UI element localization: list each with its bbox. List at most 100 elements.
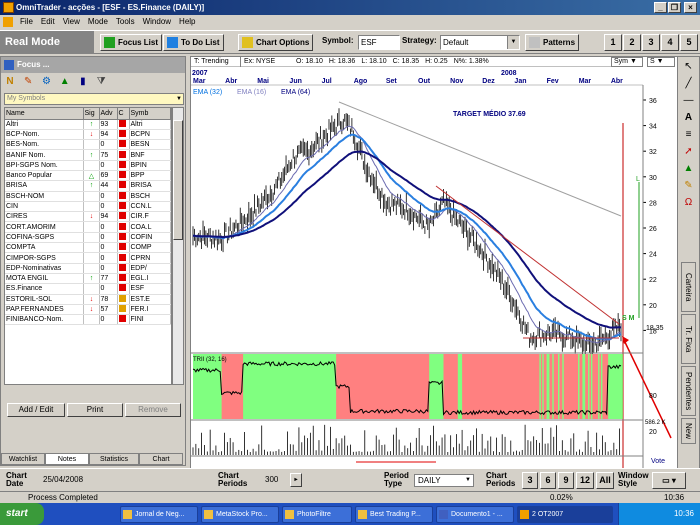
magnet-icon[interactable]: Ω [680, 195, 698, 210]
task-best-trading[interactable]: Best Trading P... [355, 506, 433, 523]
table-row[interactable]: CIRES ↓ 94 CIR.F [5, 211, 171, 223]
chart-icon[interactable]: ▲ [58, 75, 72, 89]
close-button[interactable]: × [684, 2, 697, 13]
tab-tr-fixa[interactable]: Tr. Fixa [681, 314, 696, 364]
table-row[interactable]: CIMPOR-SGPS 0 CPRN [5, 252, 171, 264]
layout-button-3[interactable]: 3 [642, 34, 660, 51]
table-row[interactable]: EDP-Nominativas 0 EDP/ [5, 263, 171, 274]
patterns-button[interactable]: Patterns [525, 34, 580, 51]
tab-watchlist[interactable]: Watchlist [1, 453, 45, 465]
chart-periods-value[interactable]: 300 [262, 474, 286, 487]
new-icon[interactable]: N [3, 75, 17, 89]
tab-notes[interactable]: Notes [45, 453, 89, 465]
period-type-combo[interactable]: DAILY ▼ [414, 474, 474, 487]
add-edit-button[interactable]: Add / Edit [7, 403, 65, 417]
table-row[interactable]: ESTORIL-SOL ↓ 78 EST.E [5, 294, 171, 305]
tab-carteira[interactable]: Carteira [681, 262, 696, 312]
menu-tools[interactable]: Tools [112, 15, 139, 29]
tab-statistics[interactable]: Statistics [89, 453, 139, 465]
flag-icon [118, 129, 126, 137]
periods-button-6[interactable]: 6 [540, 472, 556, 489]
task-documento1[interactable]: Documento1 - ... [436, 506, 514, 523]
table-row[interactable]: BSCH-NOM 0 BSCH [5, 191, 171, 202]
layout-button-4[interactable]: 4 [661, 34, 679, 51]
table-row[interactable]: COFINA-SGPS 0 COFIN [5, 232, 171, 244]
multi-icon[interactable]: ⚙ [39, 75, 53, 89]
remove-button[interactable]: Remove [125, 403, 181, 417]
periods-button-all[interactable]: All [596, 472, 614, 489]
menu-window[interactable]: Window [139, 15, 175, 29]
trend-band [621, 354, 623, 419]
chart-options-button[interactable]: Chart Options [238, 34, 314, 51]
cell-adv: 77 [99, 273, 118, 285]
chart-periods-spin[interactable]: ▸ [290, 473, 302, 487]
arrow-icon[interactable]: ➚ [680, 144, 698, 159]
task-metastock[interactable]: MetaStock Pro... [201, 506, 279, 523]
task-jornal[interactable]: Jornal de Neg... [120, 506, 198, 523]
line-icon[interactable]: ╱ [680, 76, 698, 91]
table-row[interactable]: BCP-Nom. ↓ 94 BCPN [5, 129, 171, 141]
trend-info[interactable]: T: Trending [191, 56, 241, 67]
focus-scrollbar[interactable] [172, 107, 184, 385]
menu-mode[interactable]: Mode [84, 15, 112, 29]
table-row[interactable]: PAP.FERNANDES ↓ 57 FER.I [5, 304, 171, 316]
chart-date-value[interactable]: 25/04/2008 [40, 474, 112, 487]
table-row[interactable]: FINIBANCO-Nom. 0 FINI [5, 314, 171, 326]
col-name[interactable]: Name [5, 108, 84, 120]
table-row[interactable]: MOTA ENGIL ↑ 77 EGL.I [5, 273, 171, 285]
tab-new[interactable]: New [681, 418, 696, 444]
table-row[interactable]: Banco Popular △ 69 BPP [5, 170, 171, 182]
col-c[interactable]: C [117, 108, 130, 120]
cursor-icon[interactable]: ↖ [680, 59, 698, 74]
text-icon[interactable]: A [680, 110, 698, 125]
restore-button[interactable]: ❐ [668, 2, 681, 13]
menu-file[interactable]: File [16, 15, 37, 29]
table-row[interactable]: BRISA ↑ 44 BRISA [5, 180, 171, 192]
window-style-button[interactable]: ▭ ▾ [652, 472, 686, 489]
table-row[interactable]: BES-Nom. 0 BESN [5, 139, 171, 151]
pencil-icon[interactable]: ✎ [21, 75, 35, 89]
col-adv[interactable]: Adv [99, 108, 118, 120]
table-row[interactable]: ES.Finance 0 ESF [5, 283, 171, 295]
col-symb[interactable]: Symb [129, 108, 171, 120]
menu-edit[interactable]: Edit [37, 15, 59, 29]
print-button[interactable]: Print [67, 403, 123, 417]
periods-button-3[interactable]: 3 [522, 472, 538, 489]
s-combo[interactable]: S ▼ [647, 57, 675, 67]
layout-button-1[interactable]: 1 [604, 34, 622, 51]
periods-button-12[interactable]: 12 [576, 472, 594, 489]
scroll-thumb[interactable] [173, 120, 183, 240]
task-photofiltre[interactable]: PhotoFiltre [282, 506, 352, 523]
col-sig[interactable]: Sig [83, 108, 100, 120]
start-button[interactable]: start [0, 503, 44, 525]
strategy-combo[interactable]: Default ▼ [440, 35, 520, 50]
table-row[interactable]: BPI-SGPS Nom. 0 BPIN [5, 160, 171, 171]
triangle-icon[interactable]: ▲ [680, 161, 698, 176]
filter-icon[interactable]: ⧩ [94, 75, 108, 89]
focus-list-button[interactable]: Focus List [100, 34, 163, 51]
pencil-icon[interactable]: ✎ [680, 178, 698, 193]
hline-icon[interactable]: — [680, 93, 698, 108]
sym-combo[interactable]: Sym ▼ [611, 57, 643, 67]
table-row[interactable]: COMPTA 0 COMP [5, 242, 171, 254]
symbol-combo[interactable]: ESF [358, 35, 400, 50]
layout-button-5[interactable]: 5 [680, 34, 698, 51]
table-row[interactable]: CORT.AMORIM 0 COA.L [5, 221, 171, 233]
tab-pendentes[interactable]: Pendentes [681, 366, 696, 416]
minimize-button[interactable]: _ [654, 2, 667, 13]
table-row[interactable]: CIN 0 CCN.L [5, 201, 171, 213]
task-ot2007[interactable]: 2 OT2007 [517, 506, 613, 523]
fib-icon[interactable]: ≡ [680, 127, 698, 142]
layout-button-2[interactable]: 2 [623, 34, 641, 51]
symbols-combo[interactable]: My Symbols ▼ [4, 93, 184, 105]
task-best-trading-label: Best Trading P... [370, 511, 421, 518]
tab-chart[interactable]: Chart [139, 453, 183, 465]
periods-button-9[interactable]: 9 [558, 472, 574, 489]
table-row[interactable]: BANIF Nom. ↑ 75 BNF [5, 149, 171, 161]
table-row[interactable]: Altri ↑ 93 Altri [5, 119, 171, 130]
menu-view[interactable]: View [59, 15, 84, 29]
menu-help[interactable]: Help [175, 15, 199, 29]
price-chart[interactable]: 2007 2008 Mar Abr Mai Jun Jul Ago Set Out Nov Dez… [191, 68, 677, 468]
bars-icon[interactable]: ▮ [76, 75, 90, 89]
todo-list-button[interactable]: To Do List [163, 34, 224, 51]
